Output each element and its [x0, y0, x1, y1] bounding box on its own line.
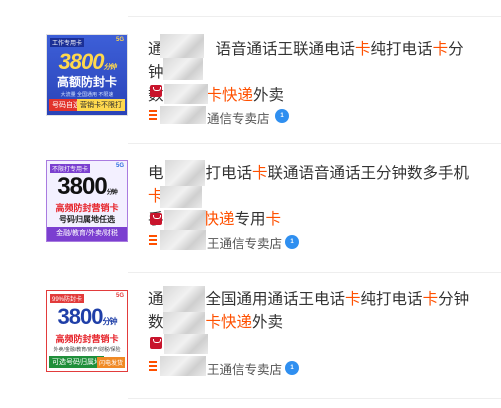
store-icon: [149, 235, 157, 245]
store-name-link[interactable]: 王通信专卖店: [207, 233, 282, 252]
store-level-badge: 1: [285, 235, 299, 249]
card-logo: 5G: [115, 293, 124, 299]
mosaic-redaction: [163, 312, 205, 334]
card-headline: 高频防封营销卡: [55, 334, 119, 344]
store-icon: [149, 361, 157, 371]
product-thumbnail[interactable]: 工作专用卡 5G 3800分钟 高额防封卡 大流量 全国通用 不限速 号码自选 …: [46, 34, 128, 116]
promo-icon: [150, 213, 162, 225]
mosaic-redaction: [164, 210, 206, 230]
card-headline: 高频防封营销卡: [55, 203, 119, 213]
card-minutes: 3800分钟: [57, 304, 118, 329]
card-logo: 5G: [115, 163, 124, 169]
mosaic-redaction: [163, 58, 203, 80]
promo-icon: [150, 85, 162, 97]
mosaic-redaction: [160, 186, 202, 208]
card-footer-right: 营销卡不限打: [77, 99, 125, 111]
product-thumbnail[interactable]: 99%防封卡 5G 3800分钟 高频防封营销卡 外卖/金融/教育/房产/财税/…: [46, 290, 128, 372]
card-footer: 金融/教育/外卖/财税: [47, 227, 127, 241]
promo-icon: [150, 337, 162, 349]
card-footer-left: 可选号码归属地: [49, 356, 104, 368]
mosaic-redaction: [160, 34, 204, 58]
mosaic-redaction: [165, 160, 205, 186]
product-item[interactable]: 99%防封卡 5G 3800分钟 高频防封营销卡 外卖/金融/教育/房产/财税/…: [0, 270, 501, 398]
divider: [128, 398, 501, 399]
mosaic-redaction: [160, 230, 206, 250]
card-logo: 5G: [115, 37, 124, 43]
card-minutes: 3800分钟: [58, 49, 117, 74]
product-item[interactable]: 工作专用卡 5G 3800分钟 高额防封卡 大流量 全国通用 不限速 号码自选 …: [0, 14, 501, 142]
store-name-link[interactable]: 通信专卖店: [207, 108, 270, 127]
mosaic-redaction: [160, 356, 206, 376]
store-name-link[interactable]: 王通信专卖店: [207, 359, 282, 378]
card-tag: 不限打专用卡: [50, 164, 91, 173]
mosaic-redaction: [160, 106, 206, 124]
mosaic-redaction: [164, 84, 208, 104]
product-item[interactable]: 不限打专用卡 5G 3800分钟 高频防封营销卡 号码归属地任选 金融/教育/外…: [0, 140, 501, 268]
card-subtext: 号码归属地任选: [59, 215, 115, 224]
store-level-badge: 1: [285, 361, 299, 375]
mosaic-redaction: [164, 334, 208, 354]
store-level-badge: 1: [275, 109, 289, 123]
search-result-list: 工作专用卡 5G 3800分钟 高额防封卡 大流量 全国通用 不限速 号码自选 …: [0, 0, 501, 408]
store-icon: [149, 110, 157, 120]
card-footer-right: 闪电发货: [96, 357, 125, 368]
card-tag: 99%防封卡: [50, 294, 85, 303]
product-thumbnail[interactable]: 不限打专用卡 5G 3800分钟 高频防封营销卡 号码归属地任选 金融/教育/外…: [46, 160, 128, 242]
card-minutes: 3800分钟: [57, 173, 117, 200]
card-tag: 工作专用卡: [50, 38, 85, 47]
card-subtext: 外卖/金融/教育/房产/财税/保险: [53, 347, 121, 353]
card-headline: 高额防封卡: [56, 75, 117, 89]
mosaic-redaction: [163, 286, 205, 312]
card-subtext: 大流量 全国通用 不限速: [60, 92, 114, 98]
